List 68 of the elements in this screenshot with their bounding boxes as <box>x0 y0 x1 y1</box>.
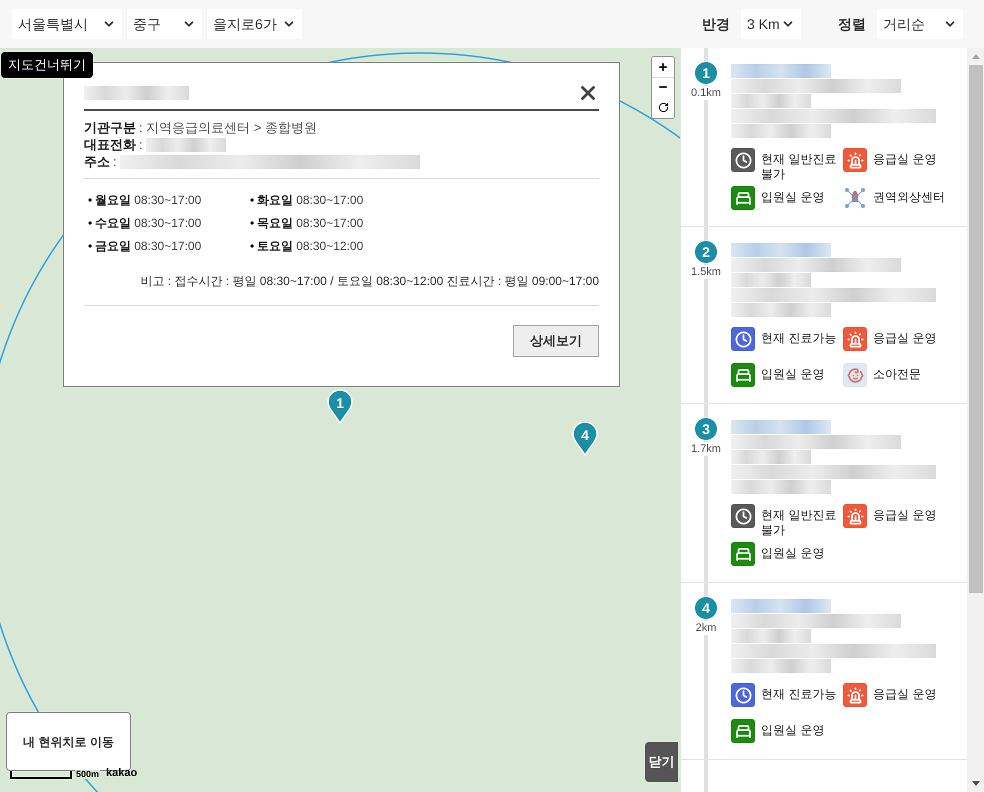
badge-label: 입원실 운영 <box>761 545 824 561</box>
dropdown[interactable]: 3 Km <box>741 9 801 39</box>
radius-label: 반경 <box>702 14 730 34</box>
weekday-label: 월요일 <box>95 192 132 209</box>
map-tile[interactable] <box>0 48 680 792</box>
close-panel-button[interactable]: 닫기 <box>645 742 678 782</box>
badge-label: 응급실 운영 <box>873 686 936 702</box>
number-marker: 3 <box>695 418 717 440</box>
badge-label: 현재 진료가능 <box>761 330 836 346</box>
sort-label: 정렬 <box>838 14 866 34</box>
map-marker[interactable]: 4 <box>572 422 598 456</box>
scale-label: 500m <box>75 770 100 779</box>
bullet: • <box>88 215 92 232</box>
number-marker: 1 <box>695 62 717 84</box>
badge-label: 응급실 운영 <box>873 507 936 523</box>
info-value: : <box>139 136 143 153</box>
weekday-label: 금요일 <box>95 238 132 255</box>
weekday-label: 토요일 <box>257 238 294 255</box>
badge-label: 응급실 운영 <box>873 151 936 167</box>
number-marker: 4 <box>695 597 717 619</box>
badge-label: 입원실 운영 <box>761 366 824 382</box>
detail-button[interactable]: 상세보기 <box>513 325 599 357</box>
dropdown[interactable]: 거리순 <box>877 9 963 39</box>
opening-hours: 08:30~12:00 <box>296 238 364 255</box>
number-marker: 2 <box>695 241 717 263</box>
scrollbar[interactable] <box>967 48 984 792</box>
bullet: • <box>250 238 254 255</box>
badge-label: 현재 일반진료불가 <box>761 507 838 538</box>
badge-label: 입원실 운영 <box>761 722 824 738</box>
badge-label: 소아전문 <box>873 366 921 382</box>
scale-bar <box>10 771 72 779</box>
zoom-in-button[interactable]: + <box>652 57 674 77</box>
badge-label: 현재 일반진료불가 <box>761 151 838 182</box>
bullet: • <box>88 192 92 209</box>
distance-label: 1.7km <box>691 442 721 456</box>
dropdown[interactable]: 서울특별시 <box>12 9 122 39</box>
weekday-label: 수요일 <box>95 215 132 232</box>
bullet: • <box>250 192 254 209</box>
badge-label: 현재 진료가능 <box>761 686 836 702</box>
weekday-label: 화요일 <box>257 192 294 209</box>
opening-hours: 08:30~17:00 <box>296 215 364 232</box>
info-value: : 지역응급의료센터 > 종합병원 <box>139 119 318 136</box>
refresh-icon[interactable] <box>658 102 668 113</box>
opening-hours: 08:30~17:00 <box>134 238 202 255</box>
opening-hours: 08:30~17:00 <box>134 215 202 232</box>
distance-label: 1.5km <box>691 265 721 279</box>
info-label: 주소 <box>84 153 110 170</box>
distance-label: 0.1km <box>691 86 721 100</box>
scroll-down-icon[interactable] <box>972 781 980 786</box>
dropdown[interactable]: 을지로6가 <box>207 9 302 39</box>
dropdown[interactable]: 중구 <box>127 9 202 39</box>
badge-label: 권역외상센터 <box>873 189 945 205</box>
info-label: 대표전화 <box>84 136 136 153</box>
badge-label: 입원실 운영 <box>761 189 824 205</box>
info-label: 기관구분 <box>84 119 136 136</box>
zoom-out-button[interactable]: − <box>652 77 674 97</box>
badge-label: 응급실 운영 <box>873 330 936 346</box>
opening-hours: 08:30~17:00 <box>134 192 202 209</box>
distance-label: 2km <box>696 621 716 635</box>
skip-map-button[interactable]: 지도건너뛰기 <box>1 52 93 78</box>
note-text: 비고 : 접수시간 : 평일 08:30~17:00 / 토요일 08:30~12:00 진료시간 : 평일 09:00~17:00 <box>140 274 599 288</box>
weekday-label: 목요일 <box>257 215 294 232</box>
opening-hours: 08:30~17:00 <box>296 192 364 209</box>
bullet: • <box>88 238 92 255</box>
map-marker[interactable]: 1 <box>327 390 353 424</box>
map-logo: kakao <box>106 768 138 779</box>
bullet: • <box>250 215 254 232</box>
info-value: : <box>113 153 117 170</box>
